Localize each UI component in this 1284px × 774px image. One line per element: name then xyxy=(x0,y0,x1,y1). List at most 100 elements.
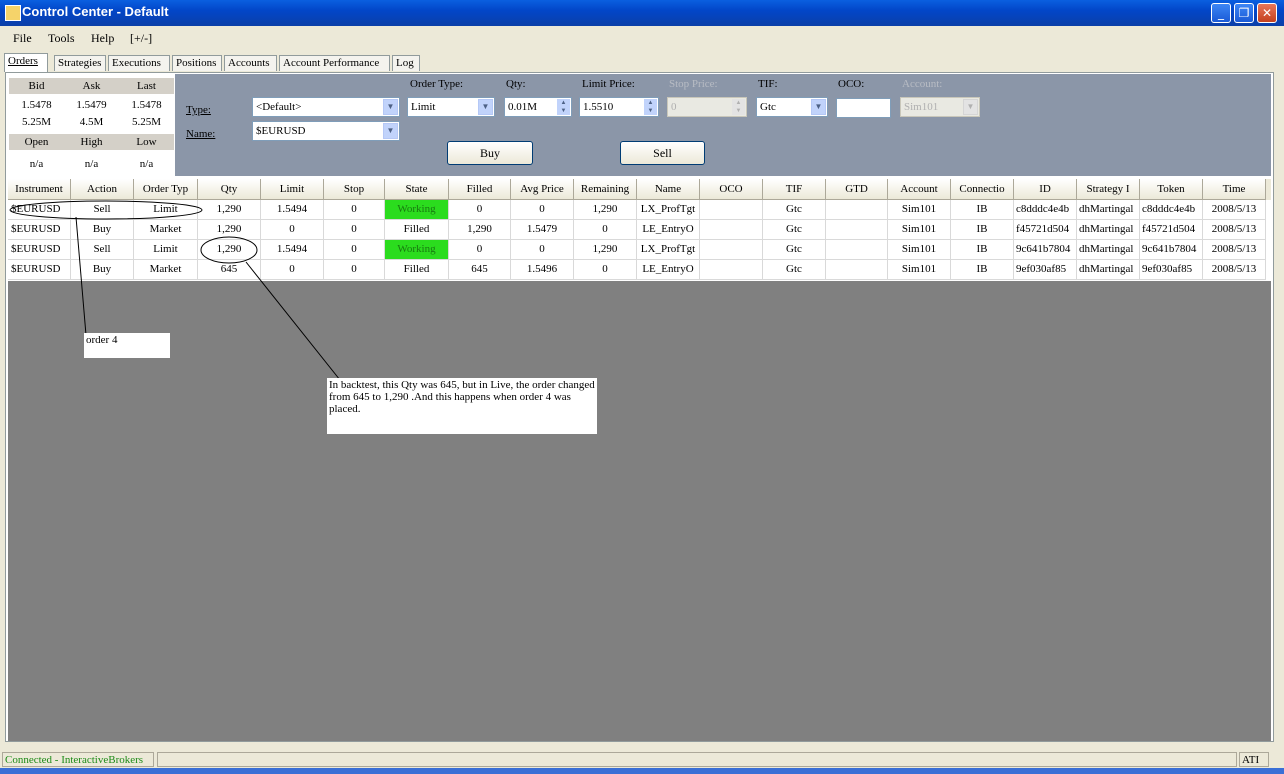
cell-instrument: $EURUSD xyxy=(8,260,71,280)
tab-orders[interactable]: Orders xyxy=(4,53,48,72)
spinner-icon[interactable]: ▲ ▼ xyxy=(557,99,570,115)
menu-tools[interactable]: Tools xyxy=(48,31,75,46)
cell-token: 9c641b7804 xyxy=(1140,240,1203,260)
column-header-filled[interactable]: Filled xyxy=(449,179,511,200)
instrument-select[interactable]: $EURUSD ▼ xyxy=(252,121,400,141)
column-header-account[interactable]: Account xyxy=(888,179,951,200)
column-header-token[interactable]: Token xyxy=(1140,179,1203,200)
column-header-gtd[interactable]: GTD xyxy=(826,179,888,200)
tab-executions[interactable]: Executions xyxy=(108,55,170,71)
account-label: Account: xyxy=(902,78,943,90)
ask-size: 4.5M xyxy=(79,116,104,128)
cell-remaining: 0 xyxy=(574,220,637,240)
menu-bar: File Tools Help [+/-] xyxy=(0,26,1284,50)
tab-orders-label: Orders xyxy=(8,55,38,67)
cell-qty: 1,290 xyxy=(198,240,261,260)
column-header-stop[interactable]: Stop xyxy=(324,179,385,200)
type-label: Type: xyxy=(186,104,211,116)
cell-connection: IB xyxy=(951,240,1014,260)
close-button[interactable]: ✕ xyxy=(1257,3,1277,23)
tab-strategies[interactable]: Strategies xyxy=(54,55,106,71)
type-select[interactable]: <Default> ▼ xyxy=(252,97,400,117)
column-header-avg-price[interactable]: Avg Price xyxy=(511,179,574,200)
cell-avg-price: 0 xyxy=(511,200,574,220)
cell-action: Buy xyxy=(71,260,134,280)
column-header-name[interactable]: Name xyxy=(637,179,700,200)
cell-id: c8dddc4e4b xyxy=(1014,200,1077,220)
cell-strategy-id: dhMartingal xyxy=(1077,220,1140,240)
cell-avg-price: 1.5479 xyxy=(511,220,574,240)
cell-limit: 1.5494 xyxy=(261,200,324,220)
cell-account: Sim101 xyxy=(888,260,951,280)
buy-button[interactable]: Buy xyxy=(447,141,533,165)
table-row[interactable]: $EURUSD Sell Limit 1,290 1.5494 0 Working 0 0 1,2… xyxy=(8,200,1271,220)
instrument-select-value: $EURUSD xyxy=(256,125,306,137)
table-row[interactable]: $EURUSD Buy Market 645 0 0 Filled 645 1.5496 0 LE_… xyxy=(8,260,1271,280)
cell-account: Sim101 xyxy=(888,200,951,220)
spinner-icon[interactable]: ▲ ▼ xyxy=(644,99,657,115)
column-header-limit[interactable]: Limit xyxy=(261,179,324,200)
tab-strip: Orders Strategies Executions Positions A… xyxy=(0,52,1284,72)
tab-positions[interactable]: Positions xyxy=(172,55,222,71)
sell-button[interactable]: Sell xyxy=(620,141,705,165)
column-header-strategy-id[interactable]: Strategy I xyxy=(1077,179,1140,200)
column-header-connection[interactable]: Connectio xyxy=(951,179,1014,200)
order-type-value: Limit xyxy=(411,101,436,113)
account-value: Sim101 xyxy=(904,101,939,113)
connection-status: Connected - InteractiveBrokers xyxy=(2,752,154,767)
cell-action: Sell xyxy=(71,200,134,220)
cell-filled: 645 xyxy=(449,260,511,280)
open-header: Open xyxy=(9,134,64,150)
cell-qty: 1,290 xyxy=(198,200,261,220)
type-select-value: <Default> xyxy=(256,101,302,113)
minimize-button[interactable]: _ xyxy=(1211,3,1231,23)
low-header: Low xyxy=(119,134,174,150)
column-header-order-type[interactable]: Order Typ xyxy=(134,179,198,200)
stop-price-value: 0 xyxy=(671,101,677,113)
limit-price-input[interactable]: 1.5510 ▲ ▼ xyxy=(579,97,659,117)
cell-instrument: $EURUSD xyxy=(8,200,71,220)
low-value: n/a xyxy=(139,158,154,170)
column-header-id[interactable]: ID xyxy=(1014,179,1077,200)
cell-strategy-id: dhMartingal xyxy=(1077,240,1140,260)
cell-strategy-id: dhMartingal xyxy=(1077,260,1140,280)
cell-tif: Gtc xyxy=(763,260,826,280)
qty-input[interactable]: 0.01M ▲ ▼ xyxy=(504,97,572,117)
menu-toggle[interactable]: [+/-] xyxy=(130,31,152,46)
column-header-time[interactable]: Time xyxy=(1203,179,1266,200)
cell-name: LX_ProfTgt xyxy=(637,200,700,220)
status-message xyxy=(157,752,1237,767)
oco-input[interactable] xyxy=(836,98,891,118)
table-row[interactable]: $EURUSD Sell Limit 1,290 1.5494 0 Working 0 0 1,2… xyxy=(8,240,1271,260)
maximize-button[interactable]: ❐ xyxy=(1234,3,1254,23)
column-header-qty[interactable]: Qty xyxy=(198,179,261,200)
table-row[interactable]: $EURUSD Buy Market 1,290 0 0 Filled 1,290 1.5479… xyxy=(8,220,1271,240)
cell-oco xyxy=(700,200,763,220)
tab-account-performance[interactable]: Account Performance xyxy=(279,55,390,71)
column-header-tif[interactable]: TIF xyxy=(763,179,826,200)
cell-connection: IB xyxy=(951,220,1014,240)
column-header-remaining[interactable]: Remaining xyxy=(574,179,637,200)
tab-accounts[interactable]: Accounts xyxy=(224,55,277,71)
column-header-instrument[interactable]: Instrument xyxy=(8,179,71,200)
cell-account: Sim101 xyxy=(888,240,951,260)
tab-log[interactable]: Log xyxy=(392,55,420,71)
order-type-select[interactable]: Limit ▼ xyxy=(407,97,495,117)
menu-help[interactable]: Help xyxy=(91,31,114,46)
title-bar: Control Center - Default _ ❐ ✕ xyxy=(0,0,1284,26)
column-header-oco[interactable]: OCO xyxy=(700,179,763,200)
open-value: n/a xyxy=(29,158,44,170)
menu-file[interactable]: File xyxy=(13,31,32,46)
order-entry-panel: Type: <Default> ▼ Name: $EURUSD ▼ Order … xyxy=(175,74,1271,176)
column-header-action[interactable]: Action xyxy=(71,179,134,200)
cell-state: Filled xyxy=(385,260,449,280)
cell-remaining: 1,290 xyxy=(574,240,637,260)
stop-price-label: Stop Price: xyxy=(669,78,718,90)
cell-gtd xyxy=(826,260,888,280)
tif-select[interactable]: Gtc ▼ xyxy=(756,97,828,117)
cell-stop: 0 xyxy=(324,240,385,260)
stop-price-input: 0 ▲ ▼ xyxy=(667,97,747,117)
cell-filled: 1,290 xyxy=(449,220,511,240)
cell-state: Working xyxy=(385,200,449,220)
column-header-state[interactable]: State xyxy=(385,179,449,200)
